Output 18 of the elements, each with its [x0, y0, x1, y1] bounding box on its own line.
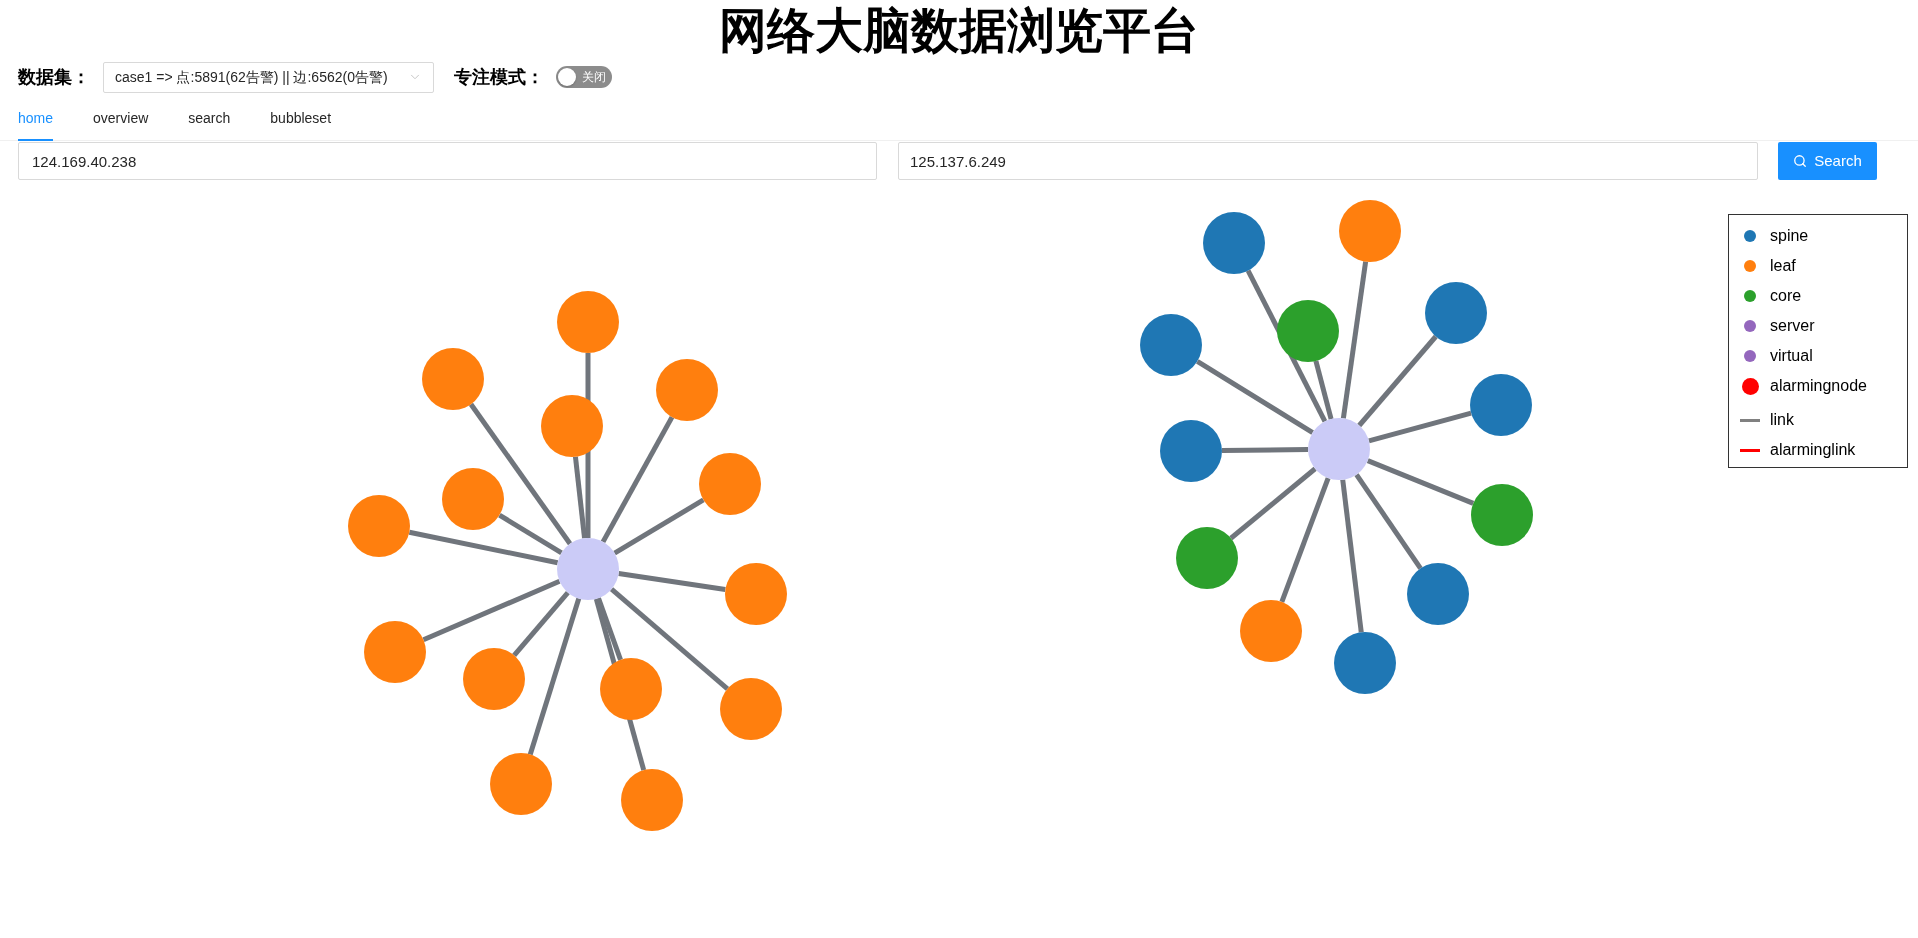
legend-label: link: [1770, 410, 1794, 430]
legend-label: alarminglink: [1770, 440, 1856, 460]
ip-input[interactable]: 124.169.40.238: [18, 142, 877, 180]
legend-label: alarmingnode: [1770, 376, 1867, 396]
legend-label: spine: [1770, 226, 1809, 246]
nav-tab[interactable]: bubbleset: [270, 95, 332, 141]
legend-label: virtual: [1770, 346, 1813, 366]
legend-label: leaf: [1770, 256, 1796, 276]
ip-input[interactable]: 125.137.6.249: [898, 142, 1758, 180]
nav-tab[interactable]: search: [188, 95, 231, 141]
page-title: 网络大脑数据浏览平台: [719, 3, 1199, 59]
search-icon: [1793, 154, 1808, 168]
dataset-label: 数据集：: [18, 65, 90, 89]
nav-tab[interactable]: overview: [93, 95, 149, 141]
focus-mode-label: 专注模式：: [454, 65, 544, 89]
legend-label: server: [1770, 316, 1815, 336]
dataset-select[interactable]: case1 => 点:5891(62告警) || 边:6562(0告警): [103, 61, 434, 93]
legend-label: core: [1770, 286, 1802, 306]
